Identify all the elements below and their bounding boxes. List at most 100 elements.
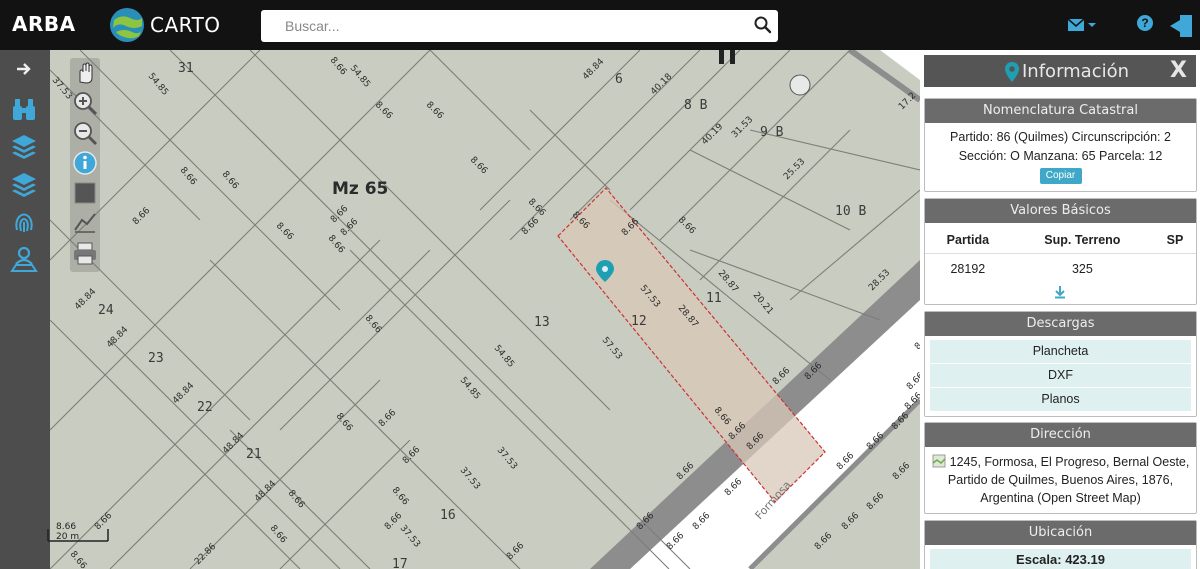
arba-logo: ARBA	[12, 12, 76, 36]
valores-header: Valores Básicos	[925, 199, 1196, 223]
download-dxf[interactable]: DXF	[930, 364, 1191, 387]
valores-card: Valores Básicos Partida Sup. Terreno SP …	[924, 198, 1197, 305]
scale-bar-label: 20 m	[56, 532, 80, 542]
arrow-right-icon	[17, 63, 31, 75]
parcel-measure-label: 8.66	[274, 221, 295, 242]
search-icon[interactable]	[752, 14, 774, 36]
binoculars-button[interactable]	[6, 92, 42, 126]
parcel-measure-label: 8.66	[268, 524, 289, 546]
pause-icon-bar-right	[730, 50, 735, 64]
cell-sp	[1154, 254, 1196, 279]
binoculars-icon	[13, 99, 35, 120]
parcel-measure-label: 8.66	[373, 100, 394, 121]
lot-number-label: 31	[178, 61, 194, 76]
layers-ide-button[interactable]	[6, 168, 42, 202]
pan-hand-icon[interactable]	[72, 60, 98, 86]
parcel-measure-label: 40.18	[649, 72, 674, 97]
carto-globe-icon	[110, 8, 144, 42]
info-icon[interactable]	[72, 150, 98, 176]
direccion-text-block: 1245, Formosa, El Progreso, Bernal Oeste…	[925, 447, 1196, 513]
manzana-label: Mz 65	[332, 179, 388, 199]
parcel-measure-label: 22.86	[193, 542, 218, 567]
help-icon[interactable]: ?	[1137, 15, 1153, 31]
info-panel: Información X Nomenclatura Catastral Par…	[920, 50, 1200, 569]
mail-menu-icon[interactable]	[1066, 16, 1096, 34]
lot-number-label: 21	[246, 447, 262, 462]
map-tools	[70, 58, 100, 272]
nomenclatura-line2: Sección: O Manzana: 65 Parcela: 12	[958, 149, 1163, 163]
parcel-measure-label: 8.66	[377, 408, 398, 429]
download-plancheta[interactable]: Plancheta	[930, 340, 1191, 363]
cell-sup-terreno: 325	[1071, 262, 1093, 276]
parcel-measure-label: 8.66	[676, 215, 697, 236]
nomenclatura-card: Nomenclatura Catastral Partido: 86 (Quil…	[924, 98, 1197, 192]
col-partida: Partida	[925, 223, 1011, 254]
measure-icon[interactable]	[72, 210, 98, 236]
direccion-card: Dirección 1245, Formosa, El Progreso, Be…	[924, 422, 1197, 514]
search-input[interactable]	[261, 10, 778, 42]
lot-o-marker	[789, 74, 811, 96]
parcel-measure-label: 8.66	[328, 56, 349, 78]
parcel-measure-label: 8.66	[390, 486, 411, 508]
parcel-measure-label: 25.53	[782, 157, 807, 182]
parcel-measure-label: 31.53	[730, 115, 755, 140]
parcel-measure-label: 8.66	[286, 489, 307, 511]
parcel-measure-label: 8.66	[220, 170, 241, 192]
descargas-list: Plancheta DXF Planos	[925, 336, 1196, 416]
valores-table: Partida Sup. Terreno SP 28192 325	[925, 223, 1196, 278]
parcel-measure-label: 8.66	[131, 206, 152, 227]
zoom-in-icon[interactable]	[72, 90, 98, 116]
lot-number-label: 13	[534, 315, 550, 330]
parcel-measure-label: 8.66	[526, 197, 547, 218]
location-person-button[interactable]	[6, 242, 42, 276]
download-icon[interactable]	[1053, 285, 1067, 299]
parcel-measure-label: 8.66	[424, 100, 445, 121]
info-panel-title: Información	[1022, 61, 1130, 82]
parcel-measure-label: 40.19	[700, 122, 725, 147]
map-canvas[interactable]: 3168 B9 B10 B242322211312111617O 37.5354…	[50, 50, 920, 569]
direccion-header: Dirección	[925, 423, 1196, 447]
parcel-measure-label: 8.66	[505, 541, 526, 562]
parcel-measure-label: 8.66	[178, 166, 199, 188]
parcel-measure-label: 48.84	[73, 287, 98, 312]
close-button[interactable]: X	[1170, 58, 1187, 83]
layers-icon	[12, 135, 36, 159]
nomenclatura-text: Partido: 86 (Quilmes) Circunscripción: 2…	[925, 123, 1196, 166]
info-panel-header: Información X	[924, 55, 1196, 87]
parcel-measure-label: 37.53	[398, 524, 422, 550]
parcel-measure-label: 54.85	[458, 376, 482, 402]
logout-icon[interactable]	[1168, 12, 1196, 40]
print-icon[interactable]	[72, 240, 98, 266]
ubicacion-header: Ubicación	[925, 521, 1196, 545]
valores-header-row: Partida Sup. Terreno SP	[925, 223, 1196, 254]
parcel-measure-label: 54.85	[348, 64, 372, 90]
col-sup-terreno: Sup. Terreno	[1010, 223, 1154, 254]
direccion-text: 1245, Formosa, El Progreso, Bernal Oeste…	[947, 455, 1190, 505]
cadastral-map[interactable]: 3168 B9 B10 B242322211312111617O 37.5354…	[50, 50, 920, 569]
scale-bar: 8.66 20 m	[46, 522, 110, 544]
expand-arrow-button[interactable]	[6, 58, 42, 80]
layers-button[interactable]	[6, 130, 42, 164]
parcel-measure-label: 37.53	[495, 446, 519, 472]
selected-parcel-12[interactable]	[557, 187, 826, 503]
parcel-measure-label: 8.66	[401, 445, 422, 466]
lot-number-label: 6	[615, 72, 623, 87]
parcel-measure-label: 8.66	[326, 234, 347, 256]
parcel-measure-label: 20.21	[751, 291, 775, 317]
download-planos[interactable]: Planos	[930, 388, 1191, 411]
lot-number-label: 10 B	[835, 204, 866, 219]
select-area-icon[interactable]	[72, 180, 98, 206]
parcel-measure-label: 37.53	[458, 466, 482, 492]
fingerprint-button[interactable]	[6, 206, 42, 240]
parcel-measure-label: 8.66	[520, 216, 541, 237]
parcel-measure-label: 8.66	[468, 155, 489, 176]
parcel-measure-label: 57.53	[600, 336, 624, 362]
copy-button[interactable]: Copiar	[1039, 168, 1082, 184]
left-toolbar	[0, 50, 50, 569]
scale-value: Escala: 423.19	[930, 549, 1191, 569]
pause-icon-bar-left	[719, 50, 724, 64]
parcel-measure-label: 8.66	[363, 314, 384, 336]
lot-number-label: 11	[706, 291, 722, 306]
cell-partida: 28192	[950, 262, 986, 276]
zoom-out-icon[interactable]	[72, 120, 98, 146]
